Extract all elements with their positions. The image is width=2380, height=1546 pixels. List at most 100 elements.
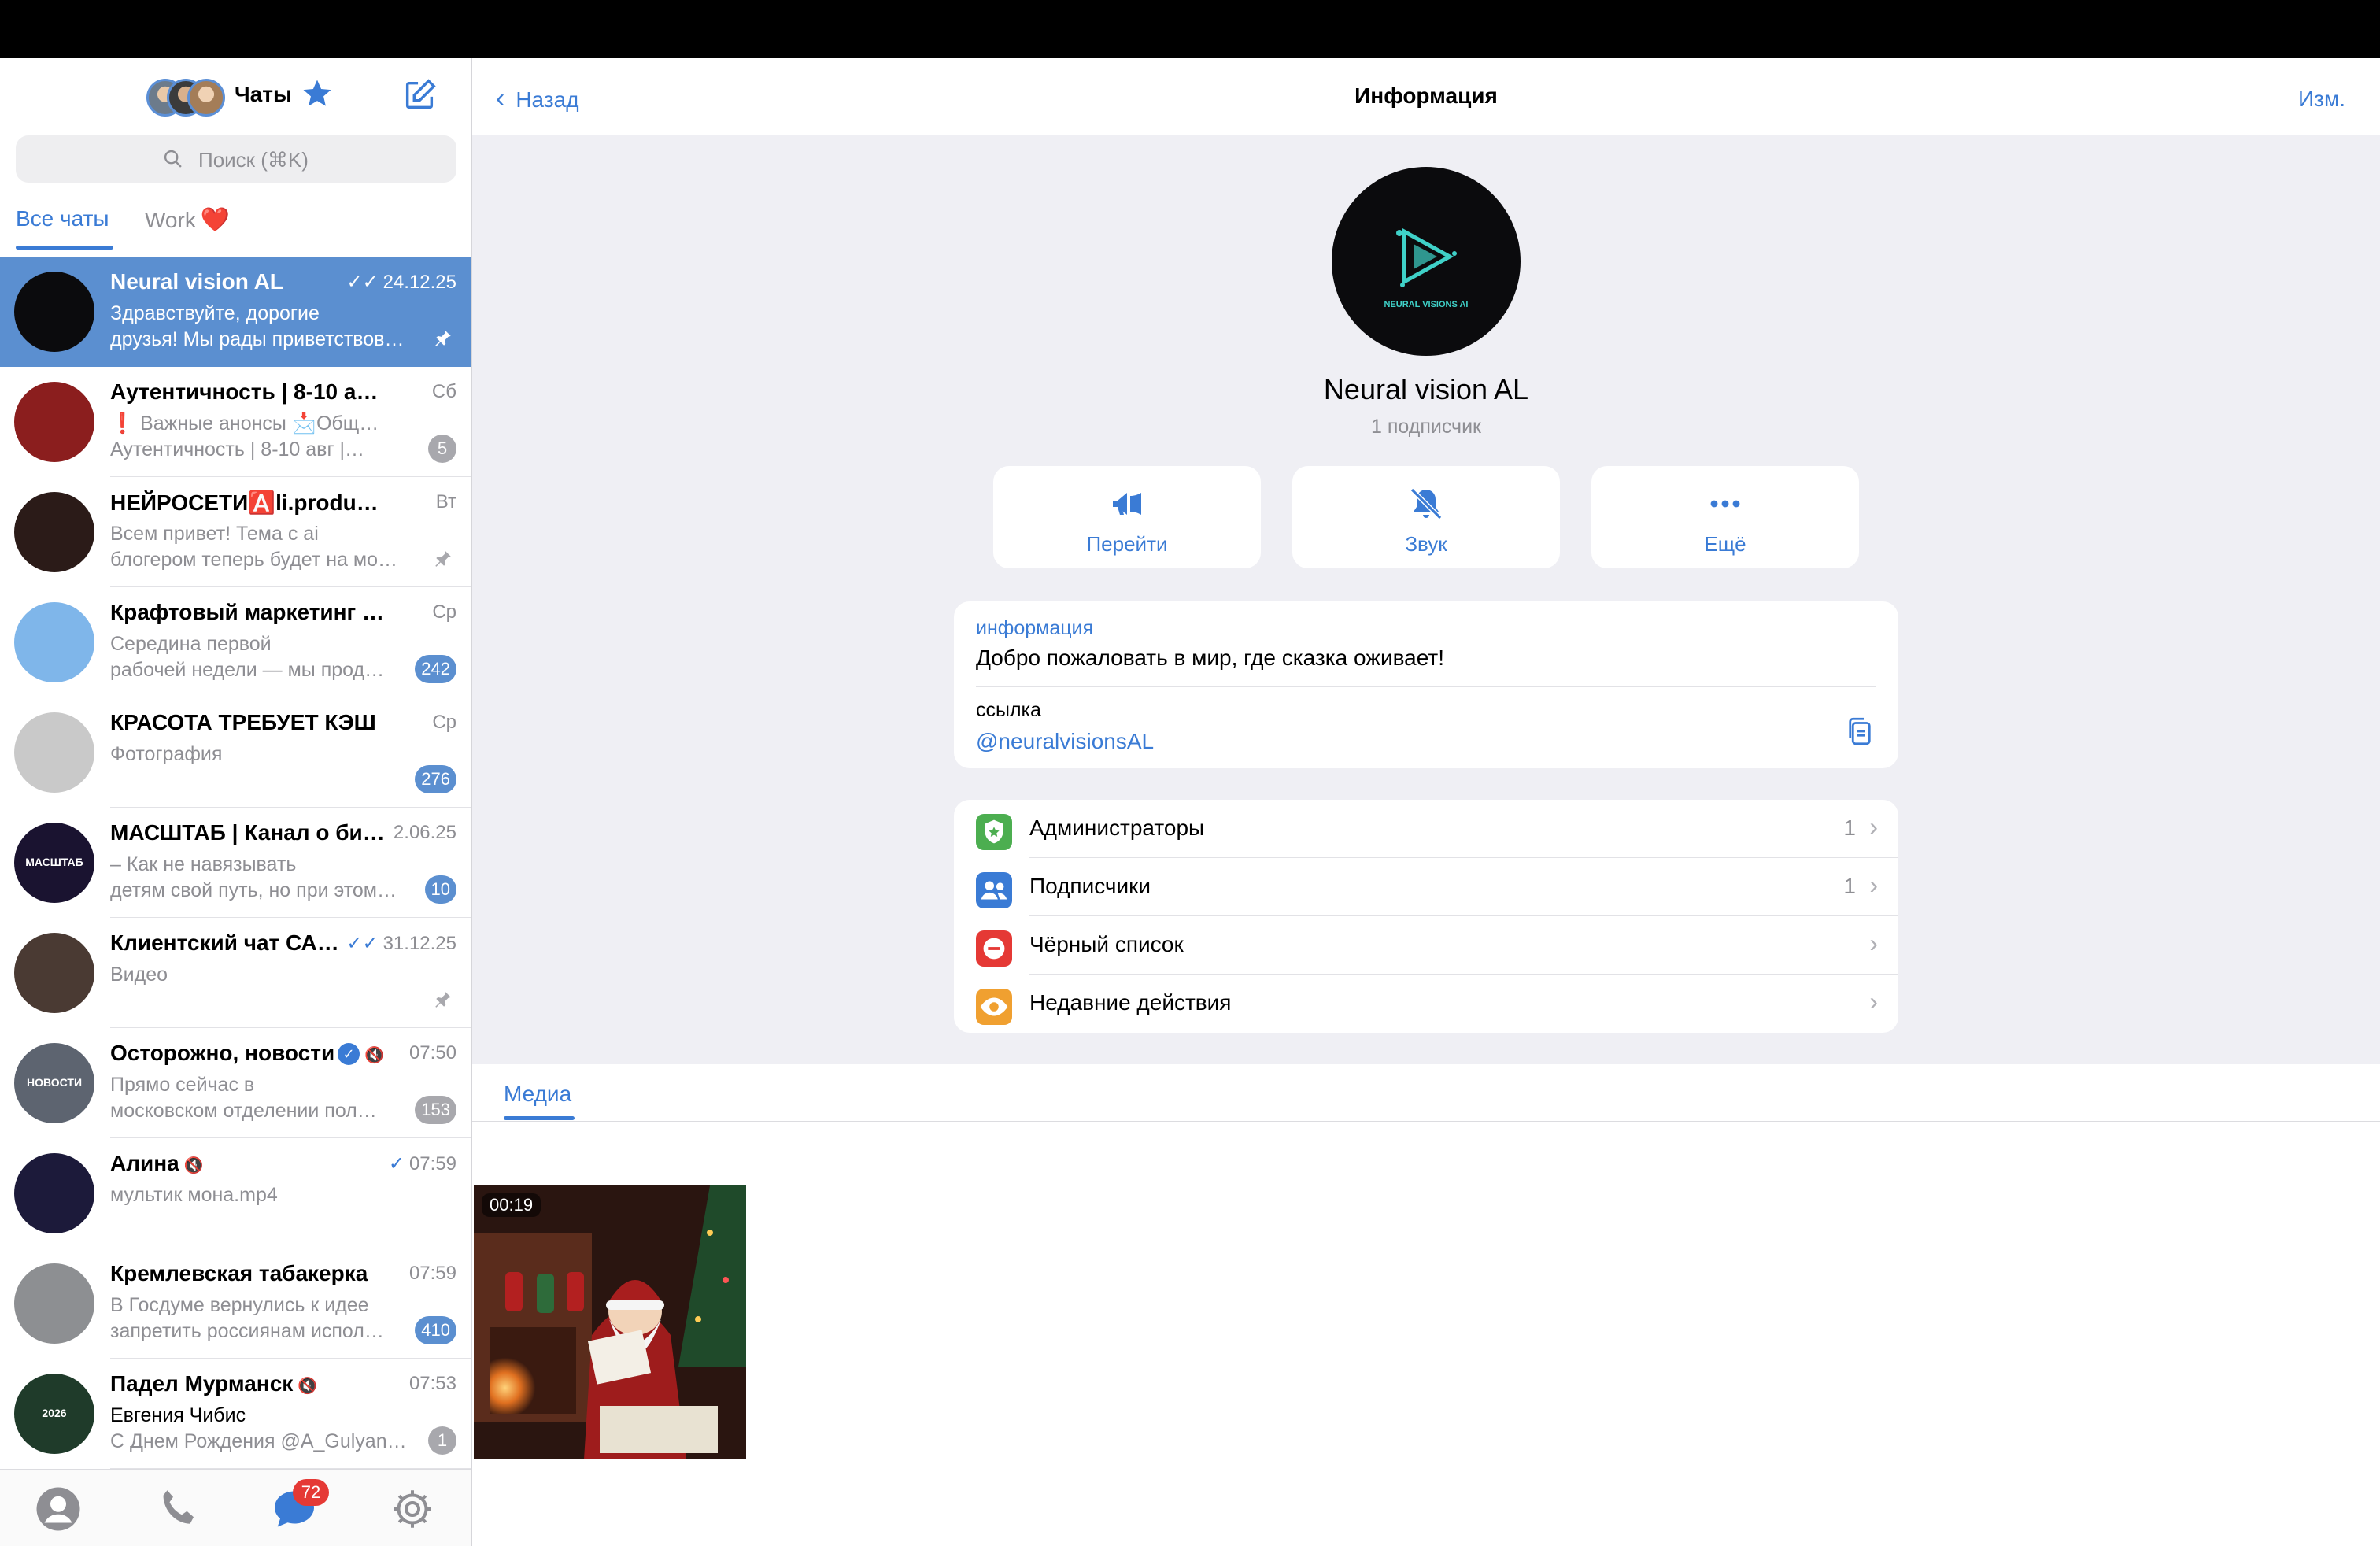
avatar [14, 492, 94, 572]
chat-list: Neural vision AL ✓✓ 24.12.25 Здравствуйте, … [0, 257, 471, 1469]
account-avatars[interactable] [146, 79, 225, 118]
preview-line: Середина первой [110, 633, 272, 655]
chat-row[interactable]: НЕЙРОСЕТИ🅰️li.productions Вт Всем привет! … [0, 477, 471, 587]
avatar-text: НОВОСТИ [26, 1076, 83, 1089]
chat-row[interactable]: Кремлевская табакерка 07:59 В Госдуме верн… [0, 1248, 471, 1359]
menu-item-block[interactable]: Чёрный список › [954, 916, 1898, 975]
open-channel-button[interactable]: Перейти [993, 466, 1261, 568]
chat-row[interactable]: Алина 🔇 ✓ 07:59 мультик мона.mp4 [0, 1138, 471, 1248]
timestamp: 07:53 [408, 1373, 456, 1394]
chat-name: НЕЙРОСЕТИ🅰️li.productions [110, 490, 386, 516]
preview-line: детям свой путь, но при этом… [110, 879, 397, 901]
chat-preview: мультик мона.mp4 [110, 1182, 425, 1208]
chat-name: Падел Мурманск 🔇 [110, 1371, 386, 1396]
chat-row[interactable]: КРАСОТА ТРЕБУЕТ КЭШ Ср Фотография 276 [0, 697, 471, 808]
menu-item-count: 1 [1843, 874, 1856, 898]
chat-preview: Здравствуйте, дорогие друзья! Мы рады при… [110, 301, 425, 353]
avatar [14, 382, 94, 462]
chat-row[interactable]: Крафтовый маркетинг | Alt… Ср Середина пер… [0, 587, 471, 697]
edit-button[interactable]: Изм. [2298, 87, 2345, 112]
calls-icon[interactable] [154, 1485, 201, 1533]
unread-badge: 10 [424, 875, 456, 904]
preview-line: мультик мона.mp4 [110, 1184, 278, 1206]
chat-title: МАСШТАБ | Канал о би… [110, 820, 385, 845]
preview-line: Видео [110, 963, 168, 986]
timestamp: Вт [435, 491, 456, 512]
settings-icon[interactable] [389, 1485, 436, 1533]
shield-icon [976, 814, 1012, 850]
action-label: Ещё [1704, 532, 1746, 556]
avatar: МАСШТАБ [14, 823, 94, 903]
menu-item-count: 1 [1843, 816, 1856, 840]
subscriber-count: 1 подписчик [1371, 416, 1481, 438]
channel-name: Neural vision AL [1323, 373, 1529, 405]
more-button[interactable]: Ещё [1591, 466, 1859, 568]
preview-line: Аутентичность | 8-10 авг |… [110, 438, 365, 460]
preview-line: В Госдуме вернулись к идее [110, 1294, 369, 1316]
read-check-icon: ✓ [388, 1153, 405, 1174]
channel-avatar[interactable]: NEURAL VISIONS AI [1332, 167, 1521, 356]
chat-time: Вт [436, 491, 456, 513]
star-icon[interactable] [301, 77, 334, 110]
avatar [14, 602, 94, 682]
preview-line: блогером теперь будет на мо… [110, 549, 398, 571]
media-video-thumbnail[interactable]: 00:19 [474, 1185, 746, 1459]
chat-row[interactable]: МАСШТАБ МАСШТАБ | Канал о би… 2.06.25 – Как… [0, 808, 471, 918]
eye-icon [976, 989, 1012, 1025]
active-tab-indicator [504, 1116, 575, 1120]
chat-row[interactable]: Аутентичность | 8-10 авг…🔇 Сб ❗ Важные ано… [0, 367, 471, 477]
page-title: Информация [1354, 83, 1498, 108]
search-input[interactable]: Поиск (⌘K) [16, 135, 456, 183]
chat-title: Neural vision AL [110, 269, 283, 294]
chat-time: ✓✓ 24.12.25 [346, 271, 456, 294]
compose-icon[interactable] [401, 77, 438, 113]
chat-name: Крафтовый маркетинг | Alt… [110, 600, 386, 625]
chat-row[interactable]: Neural vision AL ✓✓ 24.12.25 Здравствуйте, … [0, 257, 471, 367]
menu-item-label: Подписчики [1029, 874, 1151, 898]
santa-video-image [474, 1185, 746, 1459]
avatar [187, 79, 225, 117]
preview-line: друзья! Мы рады приветствов… [110, 328, 405, 350]
preview-line: Фотография [110, 743, 223, 765]
timestamp: 24.12.25 [382, 272, 456, 293]
unread-badge: 410 [415, 1316, 456, 1344]
preview-line: ❗ Важные анонсы 📩Общ… [110, 412, 379, 435]
channel-management-menu: Администраторы 1 › Подписчики 1 › Чёрный списо… [954, 800, 1898, 1033]
chat-time: Сб [432, 381, 456, 403]
menu-item-eye[interactable]: Недавние действия › [954, 975, 1898, 1033]
chat-title: Осторожно, новости [110, 1041, 335, 1065]
avatar [14, 1153, 94, 1233]
chat-title: Аутентичность | 8-10 авг… [110, 379, 386, 404]
chat-title: Клиентский чат СА… [110, 930, 339, 955]
tab-work[interactable]: Work ❤️ [145, 206, 230, 234]
chat-row[interactable]: НОВОСТИ Осторожно, новости ✓ 🔇 07:50 Прямо се… [0, 1028, 471, 1138]
tab-all-chats[interactable]: Все чаты [16, 206, 109, 231]
channel-logo-icon: NEURAL VISIONS AI [1384, 227, 1468, 309]
menu-item-shield[interactable]: Администраторы 1 › [954, 800, 1898, 858]
avatar [14, 933, 94, 1013]
menu-item-people[interactable]: Подписчики 1 › [954, 858, 1898, 916]
sound-button[interactable]: Звук [1292, 466, 1560, 568]
read-check-icon: ✓✓ [346, 272, 379, 293]
contacts-icon[interactable] [35, 1485, 82, 1533]
channel-info-panel: ‹ Назад Информация Изм. NEURAL VISIONS AI… [472, 58, 2380, 1546]
unread-badge: 72 [293, 1479, 329, 1506]
divider [976, 686, 1876, 687]
copy-icon[interactable] [1843, 713, 1876, 749]
chat-row[interactable]: Клиентский чат СА… ✓✓ 31.12.25 Видео [0, 918, 471, 1028]
chevron-right-icon: › [1869, 812, 1878, 841]
avatar [14, 712, 94, 793]
read-check-icon: ✓✓ [346, 933, 379, 954]
chat-preview: ❗ Важные анонсы 📩Общ… Аутентичность | 8-1… [110, 411, 425, 463]
action-label: Перейти [1086, 532, 1168, 556]
channel-description: Добро пожаловать в мир, где сказка ожива… [976, 645, 1444, 670]
chat-name: Neural vision AL [110, 269, 386, 294]
chat-time: ✓✓ 31.12.25 [346, 932, 456, 955]
tab-media[interactable]: Медиа [504, 1082, 571, 1107]
avatar-text: 2026 [42, 1407, 67, 1419]
avatar: НОВОСТИ [14, 1043, 94, 1123]
chat-row[interactable]: 2026 Падел Мурманск 🔇 07:53 Евгения Чибис С Д… [0, 1359, 471, 1469]
unread-badge: 153 [415, 1096, 456, 1124]
pin-icon [435, 550, 451, 567]
channel-link[interactable]: @neuralvisionsAL [976, 729, 1154, 754]
